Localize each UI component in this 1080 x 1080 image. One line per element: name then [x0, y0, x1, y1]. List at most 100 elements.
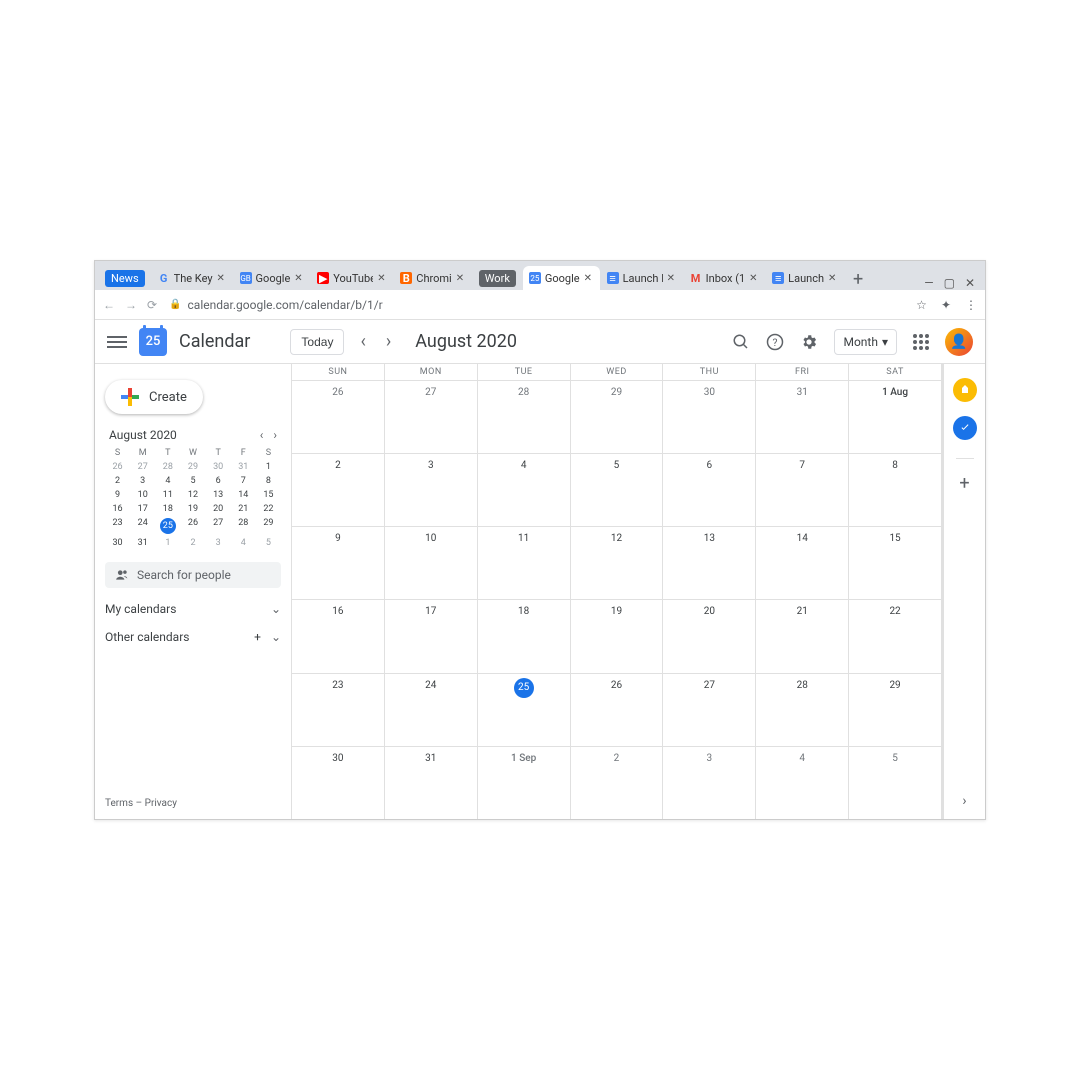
mini-day[interactable]: 26	[105, 462, 130, 472]
add-calendar-icon[interactable]: +	[254, 630, 261, 644]
close-icon[interactable]: ✕	[667, 273, 677, 283]
browser-tab[interactable]: MInbox (1✕	[684, 266, 766, 290]
tasks-icon[interactable]	[953, 416, 977, 440]
mini-day[interactable]: 9	[105, 490, 130, 500]
mini-day[interactable]: 5	[180, 476, 205, 486]
view-selector[interactable]: Month ▾	[834, 329, 897, 355]
day-cell[interactable]: 15	[849, 526, 942, 599]
mini-day[interactable]: 27	[130, 462, 155, 472]
day-cell[interactable]: 20	[663, 599, 756, 672]
browser-tab[interactable]: ≡Launch Pr✕	[601, 266, 683, 290]
day-cell[interactable]: 2	[292, 453, 385, 526]
back-icon[interactable]: ←	[103, 298, 115, 312]
privacy-link[interactable]: Privacy	[145, 798, 177, 809]
day-cell[interactable]: 2	[571, 746, 664, 819]
mini-prev-icon[interactable]: ‹	[260, 428, 264, 442]
mini-next-icon[interactable]: ›	[273, 428, 277, 442]
mini-day[interactable]: 31	[130, 538, 155, 548]
extensions-icon[interactable]: ✦	[941, 298, 951, 312]
close-icon[interactable]: ✕	[456, 273, 466, 283]
day-cell[interactable]: 13	[663, 526, 756, 599]
day-cell[interactable]: 28	[478, 380, 571, 453]
mini-day[interactable]: 27	[206, 518, 231, 534]
mini-day[interactable]: 1	[155, 538, 180, 548]
terms-link[interactable]: Terms	[105, 798, 133, 809]
apps-icon[interactable]	[913, 334, 929, 350]
day-cell[interactable]: 17	[385, 599, 478, 672]
mini-day[interactable]: 28	[231, 518, 256, 534]
keep-icon[interactable]	[953, 378, 977, 402]
day-cell[interactable]: 14	[756, 526, 849, 599]
day-cell[interactable]: 22	[849, 599, 942, 672]
day-cell[interactable]: 18	[478, 599, 571, 672]
day-cell[interactable]: 1 Aug	[849, 380, 942, 453]
settings-icon[interactable]	[800, 333, 818, 351]
day-cell[interactable]: 29	[849, 673, 942, 746]
close-icon[interactable]: ✕	[584, 273, 594, 283]
mini-day[interactable]: 30	[105, 538, 130, 548]
mini-day[interactable]: 29	[180, 462, 205, 472]
maximize-icon[interactable]: ▢	[944, 276, 955, 290]
day-cell[interactable]: 5	[849, 746, 942, 819]
help-icon[interactable]: ?	[766, 333, 784, 351]
day-cell[interactable]: 27	[663, 673, 756, 746]
day-cell[interactable]: 29	[571, 380, 664, 453]
mini-day[interactable]: 17	[130, 504, 155, 514]
mini-day[interactable]: 25	[155, 518, 180, 534]
create-button[interactable]: Create	[105, 380, 203, 414]
prev-month-icon[interactable]: ‹	[356, 331, 369, 352]
mini-day[interactable]: 18	[155, 504, 180, 514]
main-menu-icon[interactable]	[107, 336, 127, 348]
mini-day[interactable]: 23	[105, 518, 130, 534]
mini-day[interactable]: 19	[180, 504, 205, 514]
my-calendars-section[interactable]: My calendars ⌄	[105, 602, 281, 616]
mini-day[interactable]: 29	[256, 518, 281, 534]
close-icon[interactable]: ✕	[828, 273, 838, 283]
browser-tab[interactable]: Work	[473, 266, 522, 290]
day-cell[interactable]: 7	[756, 453, 849, 526]
mini-day[interactable]: 3	[206, 538, 231, 548]
day-cell[interactable]: 1 Sep	[478, 746, 571, 819]
mini-day[interactable]: 21	[231, 504, 256, 514]
mini-day[interactable]: 5	[256, 538, 281, 548]
day-cell[interactable]: 26	[292, 380, 385, 453]
day-cell[interactable]: 30	[292, 746, 385, 819]
browser-tab[interactable]: ▶YouTube✕	[311, 266, 393, 290]
mini-day[interactable]: 6	[206, 476, 231, 486]
mini-day[interactable]: 1	[256, 462, 281, 472]
day-cell[interactable]: 4	[756, 746, 849, 819]
mini-day[interactable]: 22	[256, 504, 281, 514]
day-cell[interactable]: 19	[571, 599, 664, 672]
close-icon[interactable]: ✕	[217, 273, 227, 283]
mini-day[interactable]: 3	[130, 476, 155, 486]
reload-icon[interactable]: ⟳	[147, 298, 157, 312]
mini-day[interactable]: 24	[130, 518, 155, 534]
day-cell[interactable]: 11	[478, 526, 571, 599]
forward-icon[interactable]: →	[125, 298, 137, 312]
day-cell[interactable]: 5	[571, 453, 664, 526]
browser-tab[interactable]: 25Google✕	[523, 266, 600, 290]
mini-day[interactable]: 10	[130, 490, 155, 500]
browser-tab[interactable]: GBGoogle✕	[234, 266, 311, 290]
browser-tab[interactable]: ≡Launch✕	[766, 266, 844, 290]
mini-day[interactable]: 28	[155, 462, 180, 472]
mini-day[interactable]: 15	[256, 490, 281, 500]
new-tab-button[interactable]: +	[845, 269, 871, 290]
day-cell[interactable]: 8	[849, 453, 942, 526]
mini-day[interactable]: 13	[206, 490, 231, 500]
day-cell[interactable]: 25	[478, 673, 571, 746]
day-cell[interactable]: 9	[292, 526, 385, 599]
day-cell[interactable]: 3	[385, 453, 478, 526]
close-icon[interactable]: ✕	[294, 273, 304, 283]
day-cell[interactable]: 3	[663, 746, 756, 819]
mini-day[interactable]: 16	[105, 504, 130, 514]
search-people-input[interactable]: Search for people	[105, 562, 281, 588]
browser-tab[interactable]: BChromi✕	[394, 266, 471, 290]
mini-day[interactable]: 12	[180, 490, 205, 500]
mini-day[interactable]: 7	[231, 476, 256, 486]
day-cell[interactable]: 31	[385, 746, 478, 819]
mini-day[interactable]: 26	[180, 518, 205, 534]
day-cell[interactable]: 23	[292, 673, 385, 746]
day-cell[interactable]: 31	[756, 380, 849, 453]
day-cell[interactable]: 10	[385, 526, 478, 599]
